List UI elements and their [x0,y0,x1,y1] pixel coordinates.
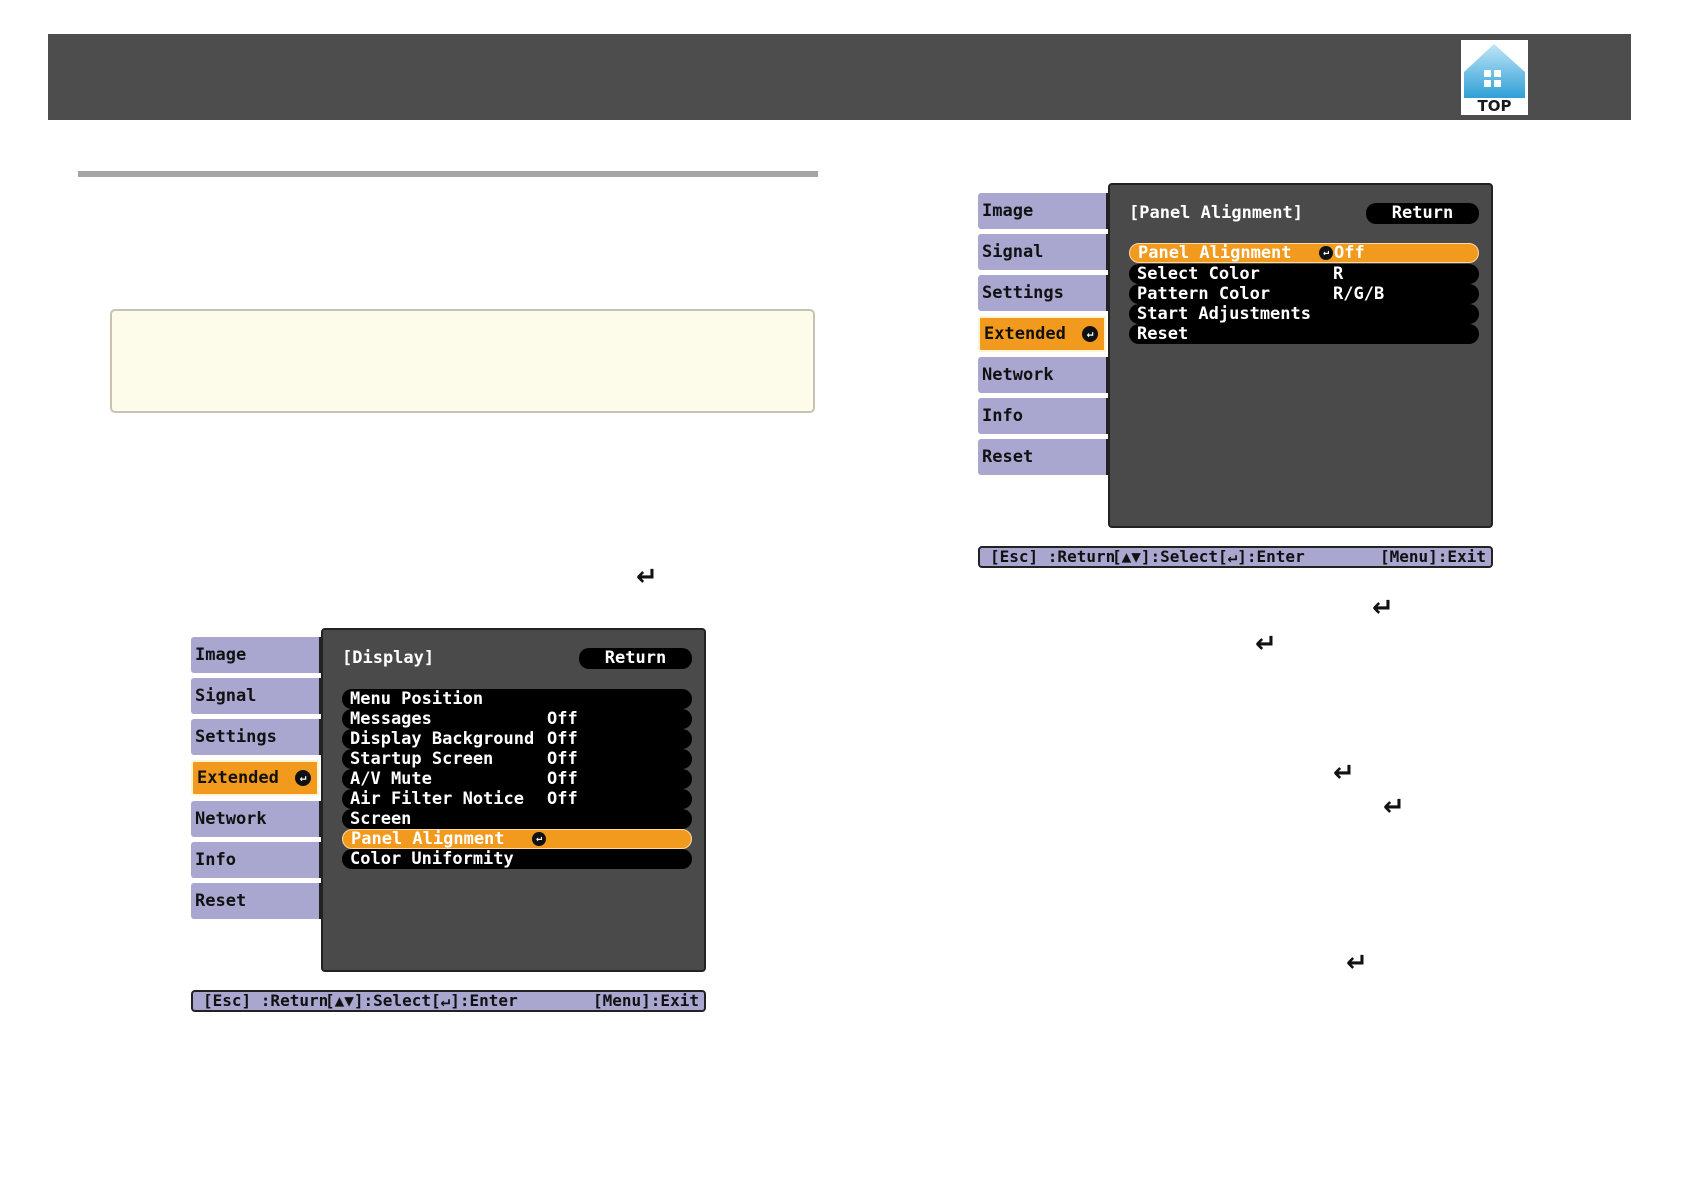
footer-select: [▲▼]:Select [325,991,431,1010]
row-value: Off [547,769,578,789]
menu-row-air-filter-notice[interactable]: Air Filter Notice Off [342,789,692,809]
menu-row-pattern-color[interactable]: Pattern Color R/G/B [1129,284,1479,304]
side-item-label: Extended [197,768,279,788]
return-button[interactable]: Return [579,648,692,669]
side-item-network[interactable]: Network [191,801,319,837]
menu-row-color-uniformity[interactable]: Color Uniformity [342,849,692,869]
row-label: Air Filter Notice [350,789,524,809]
row-label: A/V Mute [350,769,432,789]
menu-row-panel-alignment[interactable]: Panel Alignment ↵ [342,829,692,849]
enter-icon: ↵ [532,832,546,846]
panel-title: [Display] [342,648,435,668]
menu-footer: [Esc] :Return [▲▼]:Select [↵]:Enter [Men… [978,546,1493,568]
row-value: Off [547,749,578,769]
row-label: Startup Screen [350,749,494,769]
enter-icon: ↵ [1082,326,1098,342]
side-item-info[interactable]: Info [978,398,1106,434]
menu-row-av-mute[interactable]: A/V Mute Off [342,769,692,789]
row-label: Select Color [1137,264,1260,284]
side-item-image[interactable]: Image [191,637,319,673]
row-value: Off [547,789,578,809]
row-label: Color Uniformity [350,849,514,869]
row-label: Pattern Color [1137,284,1271,304]
menu-row-start-adjustments[interactable]: Start Adjustments [1129,304,1479,324]
side-item-label: Extended [984,324,1066,344]
menu-row-panel-alignment[interactable]: Panel Alignment ↵ Off [1129,243,1479,263]
row-label: Menu Position [350,689,484,709]
menu-row-display-background[interactable]: Display Background Off [342,729,692,749]
side-item-reset[interactable]: Reset [978,439,1106,475]
row-label: Panel Alignment [351,829,505,849]
row-value: Off [547,709,578,729]
side-item-network[interactable]: Network [978,357,1106,393]
menu-panel: [Panel Alignment] Return Panel Alignment… [1108,183,1493,528]
enter-key-icon: ↵ [1383,792,1405,822]
header-bar [48,34,1631,120]
footer-esc: [Esc] :Return [990,547,1116,566]
footer-enter: [↵]:Enter [431,991,518,1010]
side-item-settings[interactable]: Settings [191,719,319,755]
row-label: Screen [350,809,412,829]
section-rule [78,171,818,177]
row-value: Off [547,729,578,749]
menu-panel: [Display] Return Menu Position Messages … [321,628,706,972]
enter-key-icon: ↵ [636,562,658,592]
top-button[interactable]: TOP [1461,40,1528,115]
footer-exit: [Menu]:Exit [593,991,699,1010]
menu-row-messages[interactable]: Messages Off [342,709,692,729]
menu-row-startup-screen[interactable]: Startup Screen Off [342,749,692,769]
enter-key-icon: ↵ [1346,948,1368,978]
side-item-image[interactable]: Image [978,193,1106,229]
side-item-extended[interactable]: Extended ↵ [191,760,319,796]
panel-title: [Panel Alignment] [1129,203,1303,223]
side-item-reset[interactable]: Reset [191,883,319,919]
menu-row-screen[interactable]: Screen [342,809,692,829]
row-value: R [1333,264,1344,284]
footer-select: [▲▼]:Select [1112,547,1218,566]
menu-footer: [Esc] :Return [▲▼]:Select [↵]:Enter [Men… [191,990,706,1012]
return-button[interactable]: Return [1366,203,1479,224]
enter-key-icon: ↵ [1372,593,1394,623]
row-label: Reset [1137,324,1189,344]
footer-enter: [↵]:Enter [1218,547,1305,566]
row-value: R/G/B [1333,284,1385,304]
side-item-settings[interactable]: Settings [978,275,1106,311]
side-item-signal[interactable]: Signal [978,234,1106,270]
enter-icon: ↵ [295,770,311,786]
menu-row-menu-position[interactable]: Menu Position [342,689,692,709]
enter-key-icon: ↵ [1255,629,1277,659]
top-label: TOP [1477,97,1512,115]
row-value: Off [1334,243,1365,263]
note-box [110,309,815,413]
side-item-extended[interactable]: Extended ↵ [978,316,1106,352]
side-item-signal[interactable]: Signal [191,678,319,714]
row-label: Panel Alignment [1138,243,1292,263]
footer-exit: [Menu]:Exit [1380,547,1486,566]
enter-key-icon: ↵ [1333,758,1355,788]
row-label: Start Adjustments [1137,304,1311,324]
row-label: Display Background [350,729,535,749]
side-item-info[interactable]: Info [191,842,319,878]
menu-row-select-color[interactable]: Select Color R [1129,264,1479,284]
footer-esc: [Esc] :Return [203,991,329,1010]
row-label: Messages [350,709,432,729]
menu-row-reset[interactable]: Reset [1129,324,1479,344]
enter-icon: ↵ [1319,246,1333,260]
